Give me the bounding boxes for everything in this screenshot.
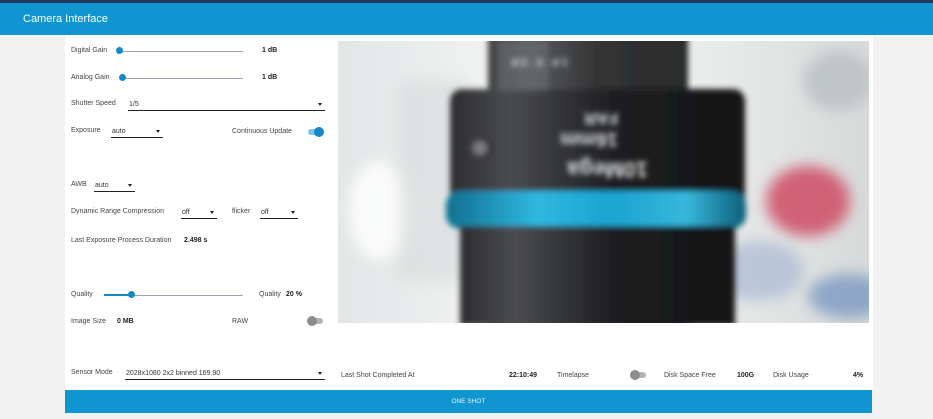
flicker-select[interactable]: off — [260, 206, 298, 219]
svg-text:16mm: 16mm — [560, 128, 618, 150]
analog-gain-value: 1 dB — [262, 74, 278, 81]
continuous-update-label: Continuous Update — [232, 128, 292, 135]
last-shot-label: Last Shot Completed At — [341, 372, 415, 379]
disk-usage-value: 4% — [853, 372, 864, 379]
caret-down-icon — [156, 130, 160, 133]
digital-gain-label: Digital Gain — [71, 47, 108, 54]
lens-preview-image: FAR 16mm 10Mega 1.4 · 2 · 2.8 — [338, 41, 869, 323]
flicker-label: flicker — [232, 208, 251, 215]
analog-gain-track[interactable] — [122, 78, 243, 79]
disk-usage-label: Disk Usage — [773, 372, 809, 379]
raw-label: RAW — [232, 318, 249, 325]
quality-value-label: Quality — [259, 291, 281, 298]
one-shot-label: ONE SHOT — [451, 398, 486, 405]
caret-down-icon — [291, 211, 295, 214]
drc-value: off — [182, 209, 190, 216]
toggle-knob — [630, 370, 640, 380]
analog-gain-label: Analog Gain — [71, 74, 110, 81]
drc-label: Dynamic Range Compression — [71, 208, 164, 215]
last-exposure-value: 2.498 s — [184, 237, 208, 244]
raw-toggle[interactable] — [307, 316, 324, 326]
continuous-update-toggle[interactable] — [307, 127, 324, 137]
quality-thumb[interactable] — [128, 291, 135, 298]
exposure-select[interactable]: auto — [111, 125, 163, 138]
digital-gain-value: 1 dB — [262, 47, 278, 54]
timelapse-label: Timelapse — [557, 372, 590, 379]
toggle-knob — [307, 316, 317, 326]
image-size-label: Image Size — [71, 318, 107, 325]
drc-select[interactable]: off — [181, 206, 217, 219]
app-bar: Camera Interface — [0, 3, 933, 35]
shutter-speed-select[interactable]: 1/5 — [128, 98, 325, 111]
timelapse-toggle[interactable] — [630, 370, 647, 380]
caret-down-icon — [318, 372, 322, 375]
camera-preview: FAR 16mm 10Mega 1.4 · 2 · 2.8 — [338, 41, 869, 323]
awb-value: auto — [95, 182, 109, 189]
app-title: Camera Interface — [23, 13, 108, 25]
flicker-value: off — [261, 209, 269, 216]
digital-gain-track[interactable] — [119, 51, 243, 52]
toggle-knob — [314, 127, 324, 137]
analog-gain-thumb[interactable] — [119, 74, 126, 81]
quality-label: Quality — [71, 291, 93, 298]
last-shot-value: 22:10:49 — [509, 372, 538, 379]
svg-text:10Mega: 10Mega — [567, 157, 648, 182]
awb-select[interactable]: auto — [94, 179, 135, 192]
last-exposure-label: Last Exposure Process Duration — [71, 237, 172, 244]
caret-down-icon — [128, 184, 132, 187]
image-size-value: 0 MB — [117, 318, 134, 325]
caret-down-icon — [318, 103, 322, 106]
awb-label: AWB — [71, 181, 87, 188]
digital-gain-thumb[interactable] — [116, 47, 123, 54]
one-shot-button[interactable]: ONE SHOT — [65, 390, 872, 413]
svg-text:1.4 · 2 · 2.8: 1.4 · 2 · 2.8 — [512, 56, 568, 68]
quality-value: 20 % — [286, 291, 302, 298]
disk-free-label: Disk Space Free — [664, 372, 716, 379]
caret-down-icon — [210, 211, 214, 214]
exposure-label: Exposure — [71, 127, 101, 134]
shutter-speed-label: Shutter Speed — [71, 100, 116, 107]
disk-free-value: 100G — [737, 372, 755, 379]
exposure-value: auto — [112, 128, 126, 135]
sensor-mode-value: 2028x1080 2x2 binned 169.90 — [126, 370, 221, 377]
sensor-mode-label: Sensor Mode — [71, 369, 113, 376]
svg-text:FAR: FAR — [584, 109, 618, 128]
sensor-mode-select[interactable]: 2028x1080 2x2 binned 169.90 — [125, 367, 325, 380]
shutter-speed-value: 1/5 — [129, 101, 139, 108]
